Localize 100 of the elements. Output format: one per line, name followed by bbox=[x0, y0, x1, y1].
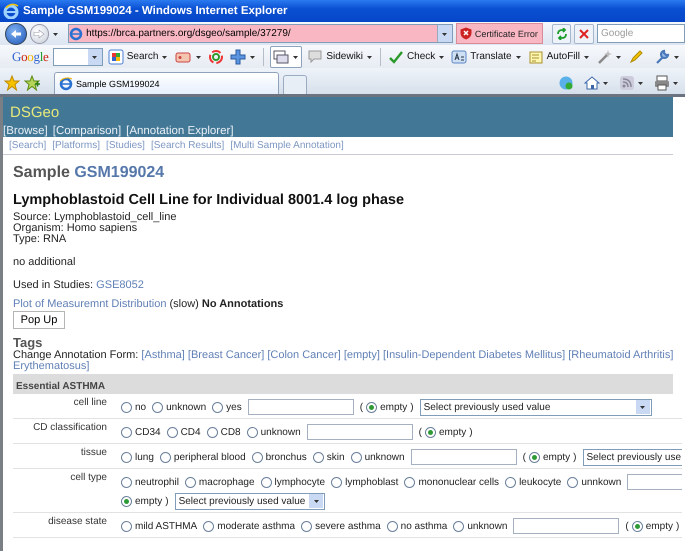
radio-button[interactable] bbox=[301, 520, 312, 532]
radio-button[interactable] bbox=[152, 402, 164, 412]
messenger-icon[interactable] bbox=[558, 75, 574, 91]
radio-label[interactable]: unknown bbox=[166, 402, 206, 412]
radio-button[interactable] bbox=[350, 452, 362, 462]
radio-button[interactable] bbox=[121, 520, 132, 532]
print-icon[interactable] bbox=[654, 75, 670, 91]
radio-label[interactable]: leukocyte bbox=[519, 476, 562, 488]
radio-label[interactable]: lymphoblast bbox=[345, 476, 398, 488]
radio-button[interactable] bbox=[121, 426, 132, 438]
form-link[interactable]: [Insulin-Dependent Diabetes Mellitus] bbox=[382, 349, 566, 361]
radio-button[interactable] bbox=[160, 452, 171, 462]
radio-label[interactable]: bronchus bbox=[266, 452, 307, 462]
radio-button[interactable] bbox=[121, 476, 132, 488]
radio-label[interactable]: CD8 bbox=[220, 426, 241, 438]
search-field[interactable]: Google bbox=[597, 24, 685, 43]
nav-link[interactable]: [Browse] bbox=[3, 125, 48, 137]
radio-label[interactable]: unknown bbox=[260, 426, 301, 438]
plus-button[interactable] bbox=[229, 46, 258, 66]
radio-button[interactable] bbox=[366, 402, 378, 412]
radio-label[interactable]: empty bbox=[438, 426, 466, 438]
radio-label[interactable]: lymphocyte bbox=[274, 476, 326, 488]
radio-button[interactable] bbox=[312, 452, 324, 462]
form-link[interactable]: [empty] bbox=[344, 349, 380, 361]
text-field[interactable] bbox=[248, 399, 354, 415]
radio-label[interactable]: macrophage bbox=[198, 476, 255, 488]
add-favorite-icon[interactable] bbox=[24, 75, 40, 91]
radio-button[interactable] bbox=[166, 426, 178, 438]
back-button[interactable] bbox=[5, 22, 27, 44]
radio-button[interactable] bbox=[121, 452, 132, 462]
toolbar-button[interactable]: AutoFill bbox=[526, 46, 591, 66]
refresh-button[interactable] bbox=[552, 24, 572, 44]
radio-button[interactable] bbox=[203, 520, 214, 532]
stop-button[interactable] bbox=[574, 24, 594, 44]
nav-link[interactable]: [Annotation Explorer] bbox=[126, 125, 234, 137]
radio-label[interactable]: CD4 bbox=[180, 426, 201, 438]
form-link[interactable]: [Asthma] bbox=[141, 349, 185, 361]
radio-label[interactable]: empty bbox=[542, 452, 570, 462]
radio-label[interactable]: empty bbox=[646, 520, 673, 532]
study-link[interactable]: GSE8052 bbox=[96, 279, 144, 291]
radio-label[interactable]: lung bbox=[135, 452, 154, 462]
radio-button[interactable] bbox=[386, 520, 398, 532]
radio-label[interactable]: mononuclear cells bbox=[418, 476, 500, 488]
radio-button[interactable] bbox=[424, 426, 436, 438]
window-button[interactable] bbox=[270, 46, 302, 68]
sample-link[interactable]: GSM199024 bbox=[74, 164, 164, 181]
radio-button[interactable] bbox=[331, 476, 342, 488]
radio-button[interactable] bbox=[260, 476, 272, 488]
form-link[interactable]: Erythematosus] bbox=[13, 360, 90, 372]
radio-button[interactable] bbox=[404, 476, 416, 488]
value-dropdown[interactable]: Select previously used value bbox=[420, 398, 652, 416]
toolbar-button[interactable]: Search bbox=[106, 46, 170, 66]
radio-label[interactable]: mild ASTHMA bbox=[135, 520, 198, 532]
radio-label[interactable]: no asthma bbox=[400, 520, 448, 532]
radio-button[interactable] bbox=[206, 426, 218, 438]
radio-button[interactable] bbox=[121, 402, 132, 412]
radio-label[interactable]: unnkown bbox=[581, 476, 622, 488]
field-label: CD classification bbox=[32, 421, 108, 435]
plot-link[interactable]: Plot of Measuremnt Distribution bbox=[13, 298, 166, 310]
radio-label[interactable]: severe asthma bbox=[315, 520, 381, 532]
radio-label[interactable]: neutrophil bbox=[135, 476, 179, 488]
radio-label[interactable]: peripheral blood bbox=[174, 452, 246, 462]
radio-button[interactable] bbox=[252, 452, 263, 462]
text-field[interactable] bbox=[410, 449, 517, 465]
radio-button[interactable] bbox=[246, 426, 258, 438]
radio-button[interactable] bbox=[567, 476, 578, 488]
form-link[interactable]: [Breast Cancer] bbox=[188, 349, 264, 361]
toolbar-button[interactable]: Sidewiki bbox=[306, 46, 374, 66]
radio-button[interactable] bbox=[453, 520, 464, 532]
radio-label[interactable]: skin bbox=[326, 452, 345, 462]
favorites-star-icon[interactable] bbox=[4, 75, 20, 91]
text-field[interactable] bbox=[513, 518, 620, 534]
home-icon[interactable] bbox=[584, 75, 600, 91]
popup-button[interactable]: Pop Up bbox=[13, 311, 65, 329]
radio-label[interactable]: no bbox=[135, 402, 146, 412]
certificate-error-button[interactable]: Certificate Error bbox=[456, 23, 543, 44]
radio-label[interactable]: moderate asthma bbox=[217, 520, 296, 532]
form-link[interactable]: [Rheumatoid Arthritis] bbox=[568, 349, 674, 361]
text-field[interactable] bbox=[306, 424, 413, 440]
toolbar-button[interactable]: Check bbox=[386, 46, 446, 66]
radio-label[interactable]: empty bbox=[380, 402, 408, 412]
radio-button[interactable] bbox=[505, 476, 516, 488]
radio-label[interactable]: empty bbox=[135, 496, 162, 506]
radio-button[interactable] bbox=[212, 402, 224, 412]
radio-label[interactable]: unknown bbox=[364, 452, 405, 462]
radio-button[interactable] bbox=[528, 452, 540, 462]
toolbar-button[interactable]: Translate bbox=[450, 46, 523, 66]
value-dropdown[interactable]: Select previously used value bbox=[174, 492, 326, 510]
browser-tab[interactable]: Sample GSM199024 bbox=[54, 72, 279, 94]
parenthesis: ) bbox=[165, 496, 169, 506]
value-dropdown[interactable]: Select previously use bbox=[582, 448, 682, 466]
address-field[interactable]: https://brca.partners.org/dsgeo/sample/37279/ bbox=[68, 24, 453, 43]
radio-label[interactable]: yes bbox=[226, 402, 242, 412]
radio-button[interactable] bbox=[121, 496, 132, 506]
nav-link[interactable]: [Comparison] bbox=[52, 125, 122, 137]
radio-label[interactable]: CD34 bbox=[135, 426, 161, 438]
form-link[interactable]: [Colon Cancer] bbox=[267, 349, 341, 361]
radio-label[interactable]: unknown bbox=[467, 520, 508, 532]
radio-button[interactable] bbox=[184, 476, 196, 488]
radio-button[interactable] bbox=[632, 520, 643, 532]
